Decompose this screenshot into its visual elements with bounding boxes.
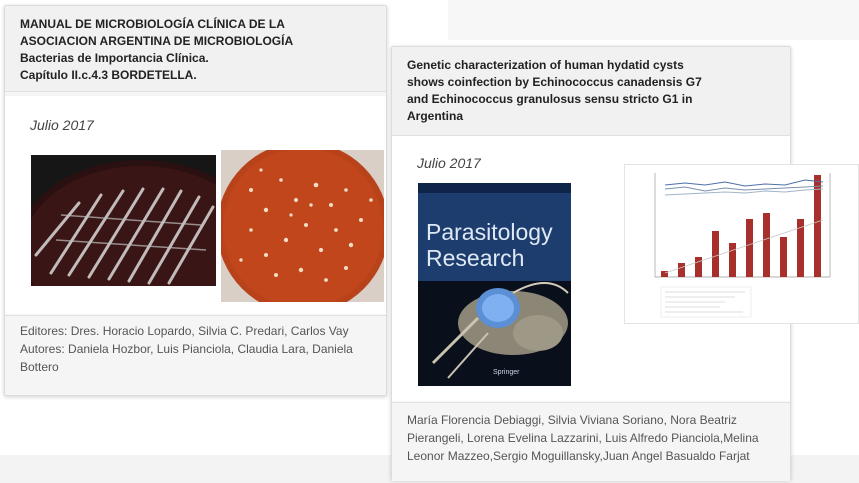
- fly-illustration: [418, 281, 571, 386]
- authors-line: Pierangeli, Lorena Evelina Lazzarini, Lu…: [407, 431, 759, 445]
- chart-bar: [814, 175, 821, 277]
- publisher-name: Springer: [493, 369, 520, 376]
- card-credits: Editores: Dres. Horacio Lopardo, Silvia …: [5, 315, 386, 394]
- title-line: and Echinococcus granulosus sensu strict…: [407, 92, 693, 106]
- card-title[interactable]: MANUAL DE MICROBIOLOGÍA CLÍNICA DE LA AS…: [5, 6, 386, 92]
- editors-line: Editores: Dres. Horacio Lopardo, Silvia …: [20, 324, 349, 338]
- authors-line: María Florencia Debiaggi, Silvia Viviana…: [407, 413, 737, 427]
- card-authors: María Florencia Debiaggi, Silvia Viviana…: [392, 402, 790, 481]
- publication-card-hydatid[interactable]: Genetic characterization of human hydati…: [391, 46, 859, 481]
- publication-date: Julio 2017: [30, 117, 94, 133]
- bar-chart-thumbnail: [624, 164, 859, 324]
- title-line: ASOCIACION ARGENTINA DE MICROBIOLOGÍA: [20, 34, 294, 48]
- chart-bar: [678, 263, 685, 277]
- authors-line: Leonor Mazzeo,Sergio Moguillansky,Juan A…: [407, 449, 750, 463]
- card-body: Julio 2017: [5, 96, 386, 314]
- chart-bar: [763, 213, 770, 277]
- agar-plate-orange-image: [221, 150, 384, 302]
- authors-line: Bottero: [20, 360, 59, 374]
- title-line: Capítulo II.c.4.3 BORDETELLA.: [20, 68, 197, 82]
- chart-bar: [780, 237, 787, 277]
- background-panel: [448, 0, 859, 40]
- title-line: shows coinfection by Echinococcus canade…: [407, 75, 702, 89]
- agar-plate-dark-drawing: [31, 155, 216, 286]
- card-body: Julio 2017 Parasitology Research Springe…: [392, 136, 859, 401]
- journal-cover-image: Parasitology Research Springer: [418, 183, 571, 386]
- chart-bar: [695, 257, 702, 277]
- title-line: Genetic characterization of human hydati…: [407, 58, 684, 72]
- chart-bar: [712, 231, 719, 277]
- title-line: Bacterias de Importancia Clínica.: [20, 51, 209, 65]
- agar-plate-dark-image: [31, 155, 216, 286]
- chart-bar: [661, 271, 668, 277]
- publication-date: Julio 2017: [417, 155, 481, 171]
- bar-chart-drawing: [625, 165, 858, 323]
- chart-bar: [729, 243, 736, 277]
- authors-line: Autores: Daniela Hozbor, Luis Pianciola,…: [20, 342, 353, 356]
- title-line: Argentina: [407, 109, 464, 123]
- agar-plate-orange-drawing: [221, 150, 384, 302]
- card-title[interactable]: Genetic characterization of human hydati…: [392, 47, 790, 136]
- publication-card-bordetella[interactable]: MANUAL DE MICROBIOLOGÍA CLÍNICA DE LA AS…: [4, 5, 387, 396]
- title-line: MANUAL DE MICROBIOLOGÍA CLÍNICA DE LA: [20, 17, 285, 31]
- chart-bar: [746, 219, 753, 277]
